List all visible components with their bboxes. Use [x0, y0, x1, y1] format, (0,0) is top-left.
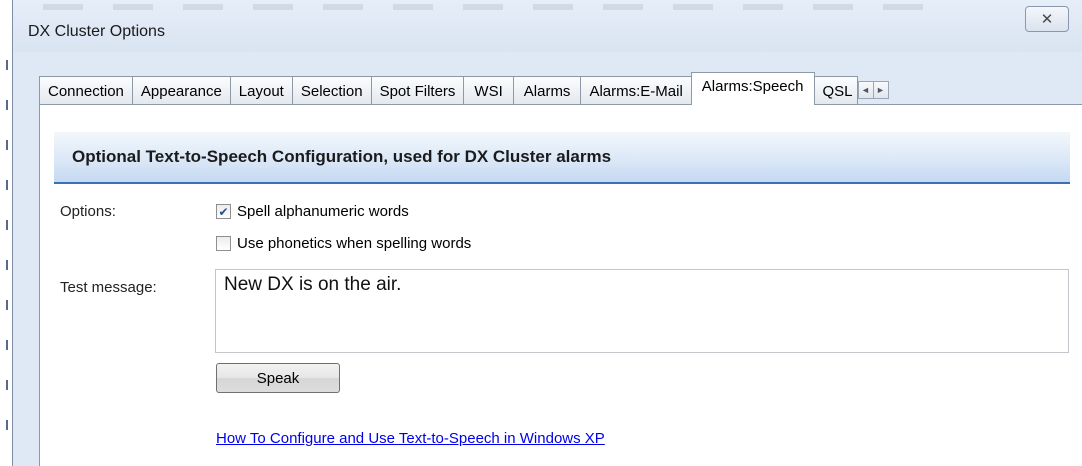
- spell-alphanumeric-option[interactable]: ✔ Spell alphanumeric words: [216, 203, 409, 220]
- scroll-left-icon[interactable]: ◄: [857, 81, 874, 99]
- tab-selection[interactable]: Selection: [291, 76, 372, 105]
- tab-wsi[interactable]: WSI: [463, 76, 514, 105]
- tab-qsl[interactable]: QSL: [813, 76, 858, 105]
- use-phonetics-checkbox[interactable]: [216, 236, 231, 251]
- checkmark-icon: ✔: [218, 204, 229, 219]
- close-icon: ✕: [1040, 11, 1054, 28]
- spell-alphanumeric-checkbox[interactable]: ✔: [216, 204, 231, 219]
- tab-appearance[interactable]: Appearance: [131, 76, 231, 105]
- speak-button[interactable]: Speak: [216, 363, 340, 393]
- dx-cluster-options-dialog: DX Cluster Options ✕ Connection Appearan…: [12, 0, 1082, 466]
- test-message-label: Test message:: [60, 279, 157, 296]
- use-phonetics-label: Use phonetics when spelling words: [237, 235, 472, 252]
- section-header-title: Optional Text-to-Speech Configuration, u…: [72, 147, 612, 166]
- section-header: Optional Text-to-Speech Configuration, u…: [54, 132, 1070, 184]
- alarms-speech-panel: Optional Text-to-Speech Configuration, u…: [39, 104, 1082, 466]
- scroll-right-icon[interactable]: ►: [872, 81, 889, 99]
- close-button[interactable]: ✕: [1025, 6, 1069, 32]
- tab-alarms-speech[interactable]: Alarms:Speech: [690, 72, 815, 105]
- tab-alarms-email[interactable]: Alarms:E-Mail: [580, 76, 692, 105]
- title-bar-glass: [43, 4, 943, 10]
- use-phonetics-option[interactable]: Use phonetics when spelling words: [216, 235, 471, 252]
- tab-connection[interactable]: Connection: [39, 76, 133, 105]
- tab-scroll-buttons: ◄ ►: [857, 81, 889, 99]
- spell-alphanumeric-label: Spell alphanumeric words: [237, 203, 409, 220]
- options-label: Options:: [60, 203, 116, 220]
- tab-layout[interactable]: Layout: [229, 76, 293, 105]
- test-message-input[interactable]: New DX is on the air.: [215, 269, 1069, 353]
- tab-alarms[interactable]: Alarms: [512, 76, 582, 105]
- tab-strip: Connection Appearance Layout Selection S…: [39, 72, 889, 105]
- window-title: DX Cluster Options: [28, 23, 165, 40]
- title-bar: DX Cluster Options ✕: [13, 0, 1082, 52]
- help-link-text-to-speech[interactable]: How To Configure and Use Text-to-Speech …: [216, 430, 605, 447]
- tab-spot-filters[interactable]: Spot Filters: [370, 76, 465, 105]
